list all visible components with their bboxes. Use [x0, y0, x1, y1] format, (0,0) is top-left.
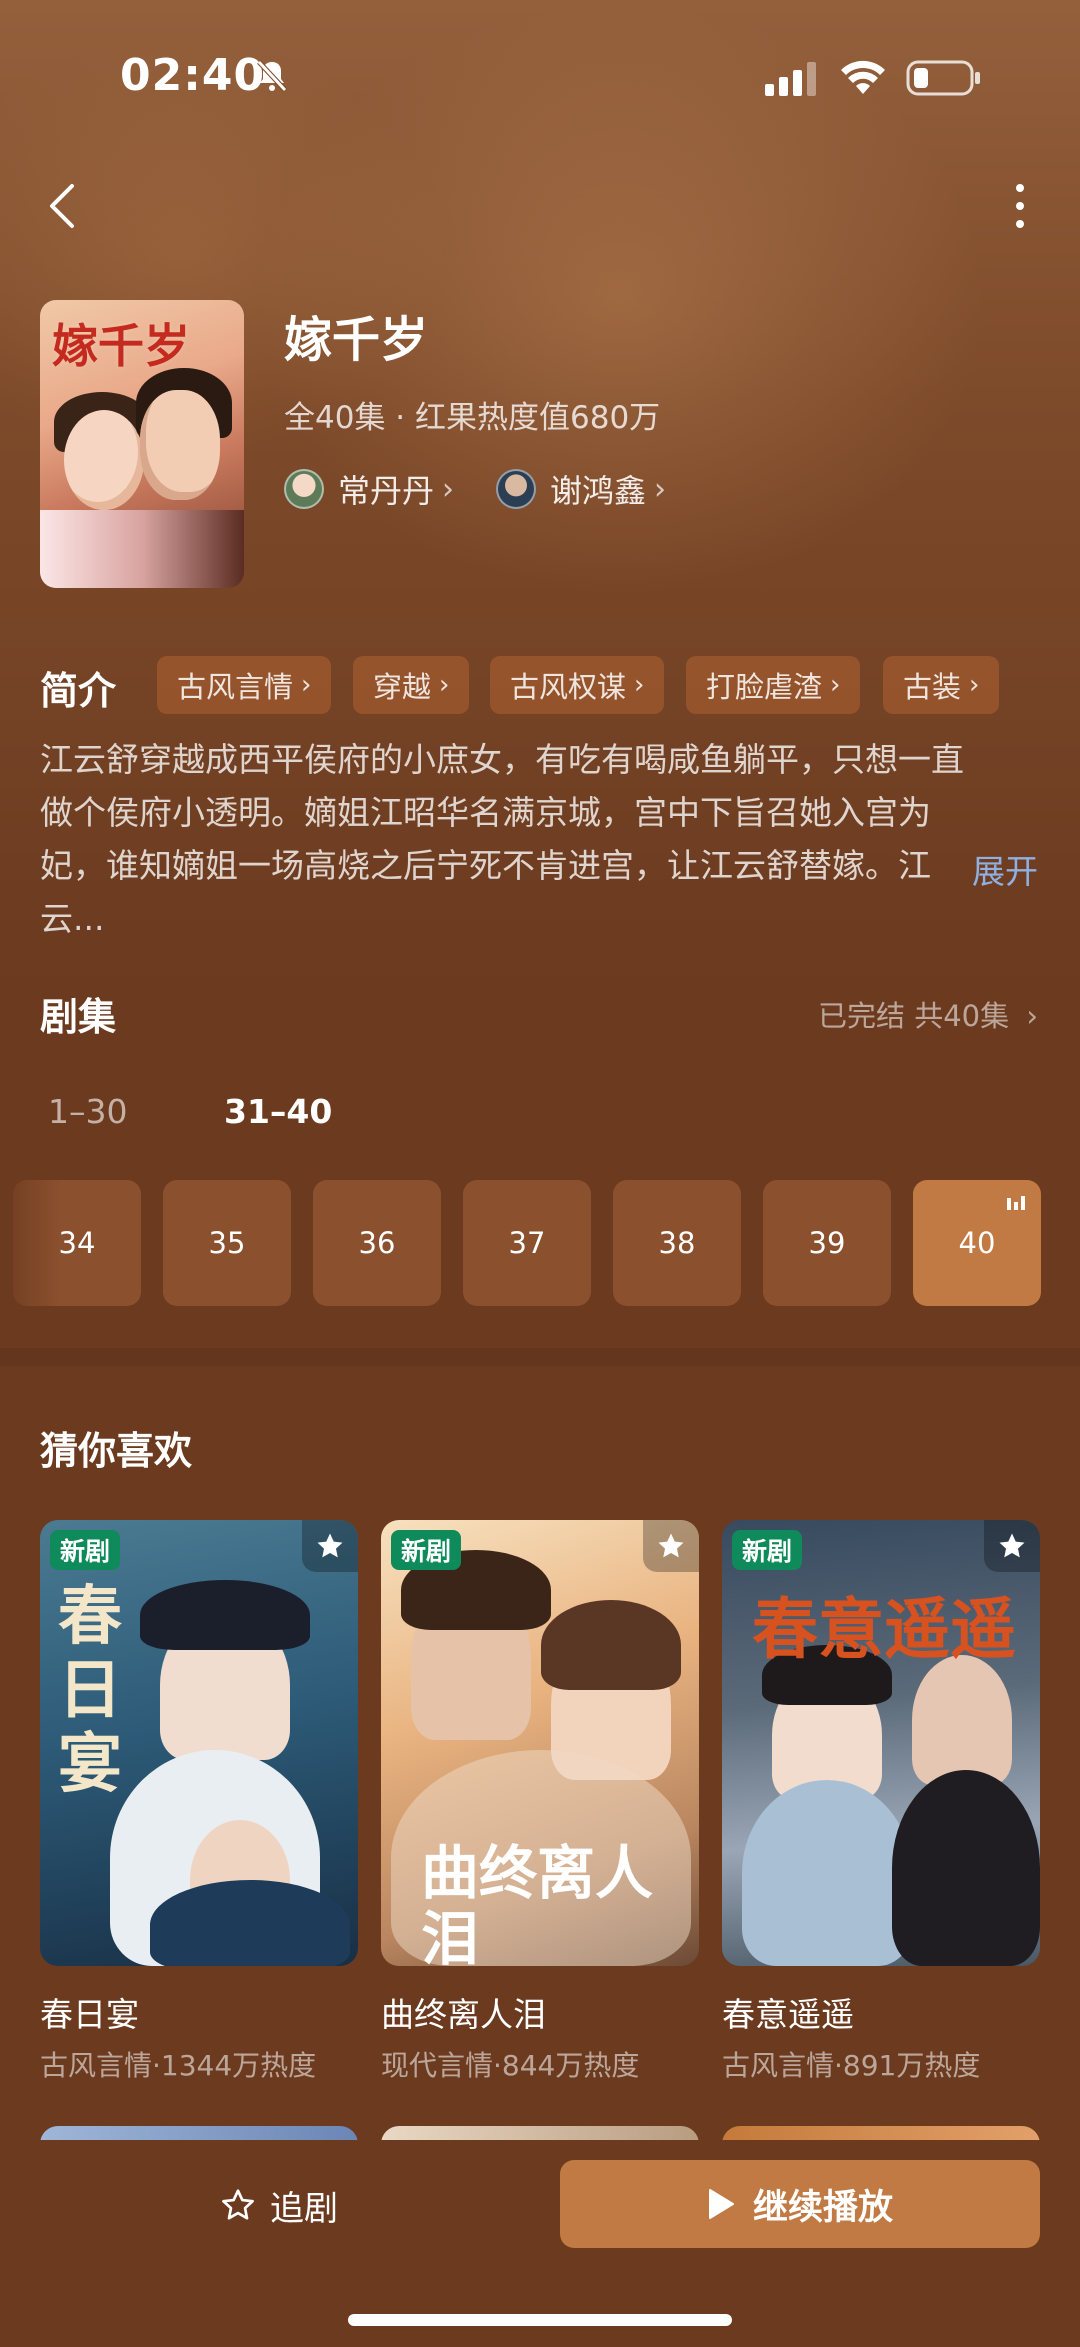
- new-badge: 新剧: [732, 1530, 803, 1570]
- episode-button[interactable]: 36: [313, 1180, 441, 1306]
- recommend-card-meta: 现代言情·844万热度: [381, 2049, 640, 2082]
- poster-figure-face: [140, 390, 220, 500]
- drama-title: 嫁千岁: [284, 312, 429, 368]
- episode-button[interactable]: 39: [763, 1180, 891, 1306]
- signal-icon: [765, 62, 816, 96]
- episode-number: 39: [808, 1226, 846, 1260]
- actor-name: 常丹丹: [338, 472, 435, 510]
- recommend-card-title[interactable]: 曲终离人泪: [381, 1988, 546, 2036]
- chevron-right-icon: ›: [1026, 999, 1038, 1033]
- episode-button-current[interactable]: 40: [913, 1180, 1041, 1306]
- expand-link[interactable]: 展开: [972, 845, 1038, 893]
- tag-label: 穿越: [373, 670, 432, 704]
- tag-chip[interactable]: 古装 ›: [883, 656, 1000, 714]
- episodes-title: 剧集: [40, 995, 117, 1039]
- actor-name: 谢鸿鑫: [550, 472, 647, 510]
- home-indicator[interactable]: [348, 2314, 732, 2326]
- recommend-card-poster[interactable]: 曲终离人泪 新剧: [381, 1520, 699, 1966]
- poster-title-art: 春意遥遥: [752, 1590, 1016, 1668]
- tag-chip[interactable]: 打脸虐渣 ›: [686, 656, 861, 714]
- episode-button[interactable]: 38: [613, 1180, 741, 1306]
- tag-chip[interactable]: 古风言情 ›: [157, 656, 332, 714]
- tag-label: 古装: [903, 670, 962, 704]
- favorite-button[interactable]: [302, 1520, 358, 1572]
- favorite-button[interactable]: [643, 1520, 699, 1572]
- battery-icon: [906, 60, 980, 96]
- poster-title-art: 嫁千岁: [52, 319, 190, 373]
- episode-number: 36: [358, 1226, 396, 1260]
- episode-number: 35: [208, 1226, 246, 1260]
- chevron-right-icon: ›: [301, 670, 312, 700]
- continue-play-button[interactable]: 继续播放: [560, 2160, 1040, 2248]
- avatar: [284, 469, 324, 509]
- favorite-button[interactable]: [984, 1520, 1040, 1572]
- star-icon: [317, 1533, 343, 1558]
- new-badge: 新剧: [50, 1530, 121, 1570]
- recommend-card-poster[interactable]: 春意遥遥 新剧: [722, 1520, 1040, 1966]
- status-time: 02:40: [120, 50, 266, 101]
- episode-button[interactable]: 37: [463, 1180, 591, 1306]
- episode-number: 40: [958, 1226, 996, 1260]
- new-badge: 新剧: [391, 1530, 462, 1570]
- star-icon: [999, 1533, 1025, 1558]
- recommend-title: 猜你喜欢: [40, 1429, 193, 1473]
- playing-indicator-icon: [1007, 1196, 1025, 1210]
- episode-number: 34: [58, 1226, 96, 1260]
- play-label: 继续播放: [752, 2187, 893, 2228]
- wifi-icon: [841, 60, 885, 94]
- chevron-right-icon: ›: [830, 670, 841, 700]
- intro-text: 江云舒穿越成西平侯府的小庶女，有吃有喝咸鱼躺平，只想一直做个侯府小透明。嫡姐江昭…: [40, 740, 964, 938]
- episode-button[interactable]: 35: [163, 1180, 291, 1306]
- star-icon: [222, 2189, 254, 2220]
- more-icon[interactable]: [1000, 178, 1040, 234]
- chevron-right-icon: ›: [439, 670, 450, 700]
- chevron-right-icon: ›: [634, 670, 645, 700]
- poster-title-art: 曲终离人泪: [421, 1839, 654, 1966]
- poster-robe: [40, 510, 244, 588]
- follow-label: 追剧: [270, 2188, 338, 2229]
- back-icon[interactable]: [42, 178, 82, 234]
- tab-range-31-40[interactable]: 31–40: [224, 1092, 332, 1131]
- recommend-card-title[interactable]: 春意遥遥: [722, 1988, 854, 2036]
- recommend-card-meta: 古风言情·891万热度: [722, 2049, 981, 2082]
- avatar: [496, 469, 536, 509]
- intro-label: 简介: [40, 669, 117, 713]
- actor-link[interactable]: 谢鸿鑫 ›: [496, 466, 666, 512]
- tag-label: 打脸虐渣: [706, 670, 823, 704]
- recommend-card-poster[interactable]: 春日宴 新剧: [40, 1520, 358, 1966]
- tag-label: 古风权谋: [510, 670, 627, 704]
- scroll-fade: [0, 1180, 60, 1306]
- tag-chip[interactable]: 古风权谋 ›: [490, 656, 665, 714]
- poster-title-art: 春日宴: [58, 1579, 122, 1802]
- drama-poster[interactable]: 嫁千岁: [40, 300, 244, 588]
- chevron-right-icon: ›: [654, 471, 667, 507]
- chevron-right-icon: ›: [969, 670, 980, 700]
- actor-link[interactable]: 常丹丹 ›: [284, 466, 454, 512]
- tag-label: 古风言情: [177, 670, 294, 704]
- tab-range-1-30[interactable]: 1–30: [48, 1092, 128, 1131]
- episodes-status: 已完结 共40集: [818, 999, 1010, 1033]
- section-divider: [0, 1348, 1080, 1366]
- tag-chip[interactable]: 穿越 ›: [353, 656, 470, 714]
- play-icon: [708, 2189, 734, 2219]
- poster-figure-face: [64, 410, 144, 510]
- follow-button[interactable]: 追剧: [220, 2170, 338, 2240]
- episodes-status-link[interactable]: 已完结 共40集 ›: [818, 993, 1038, 1035]
- recommend-card-meta: 古风言情·1344万热度: [40, 2049, 317, 2082]
- drama-meta: 全40集 · 红果热度值680万: [284, 400, 661, 436]
- recommend-card-title[interactable]: 春日宴: [40, 1988, 139, 2036]
- star-icon: [658, 1533, 684, 1558]
- episode-number: 38: [658, 1226, 696, 1260]
- mute-icon: [257, 60, 287, 92]
- chevron-right-icon: ›: [442, 471, 455, 507]
- episode-number: 37: [508, 1226, 546, 1260]
